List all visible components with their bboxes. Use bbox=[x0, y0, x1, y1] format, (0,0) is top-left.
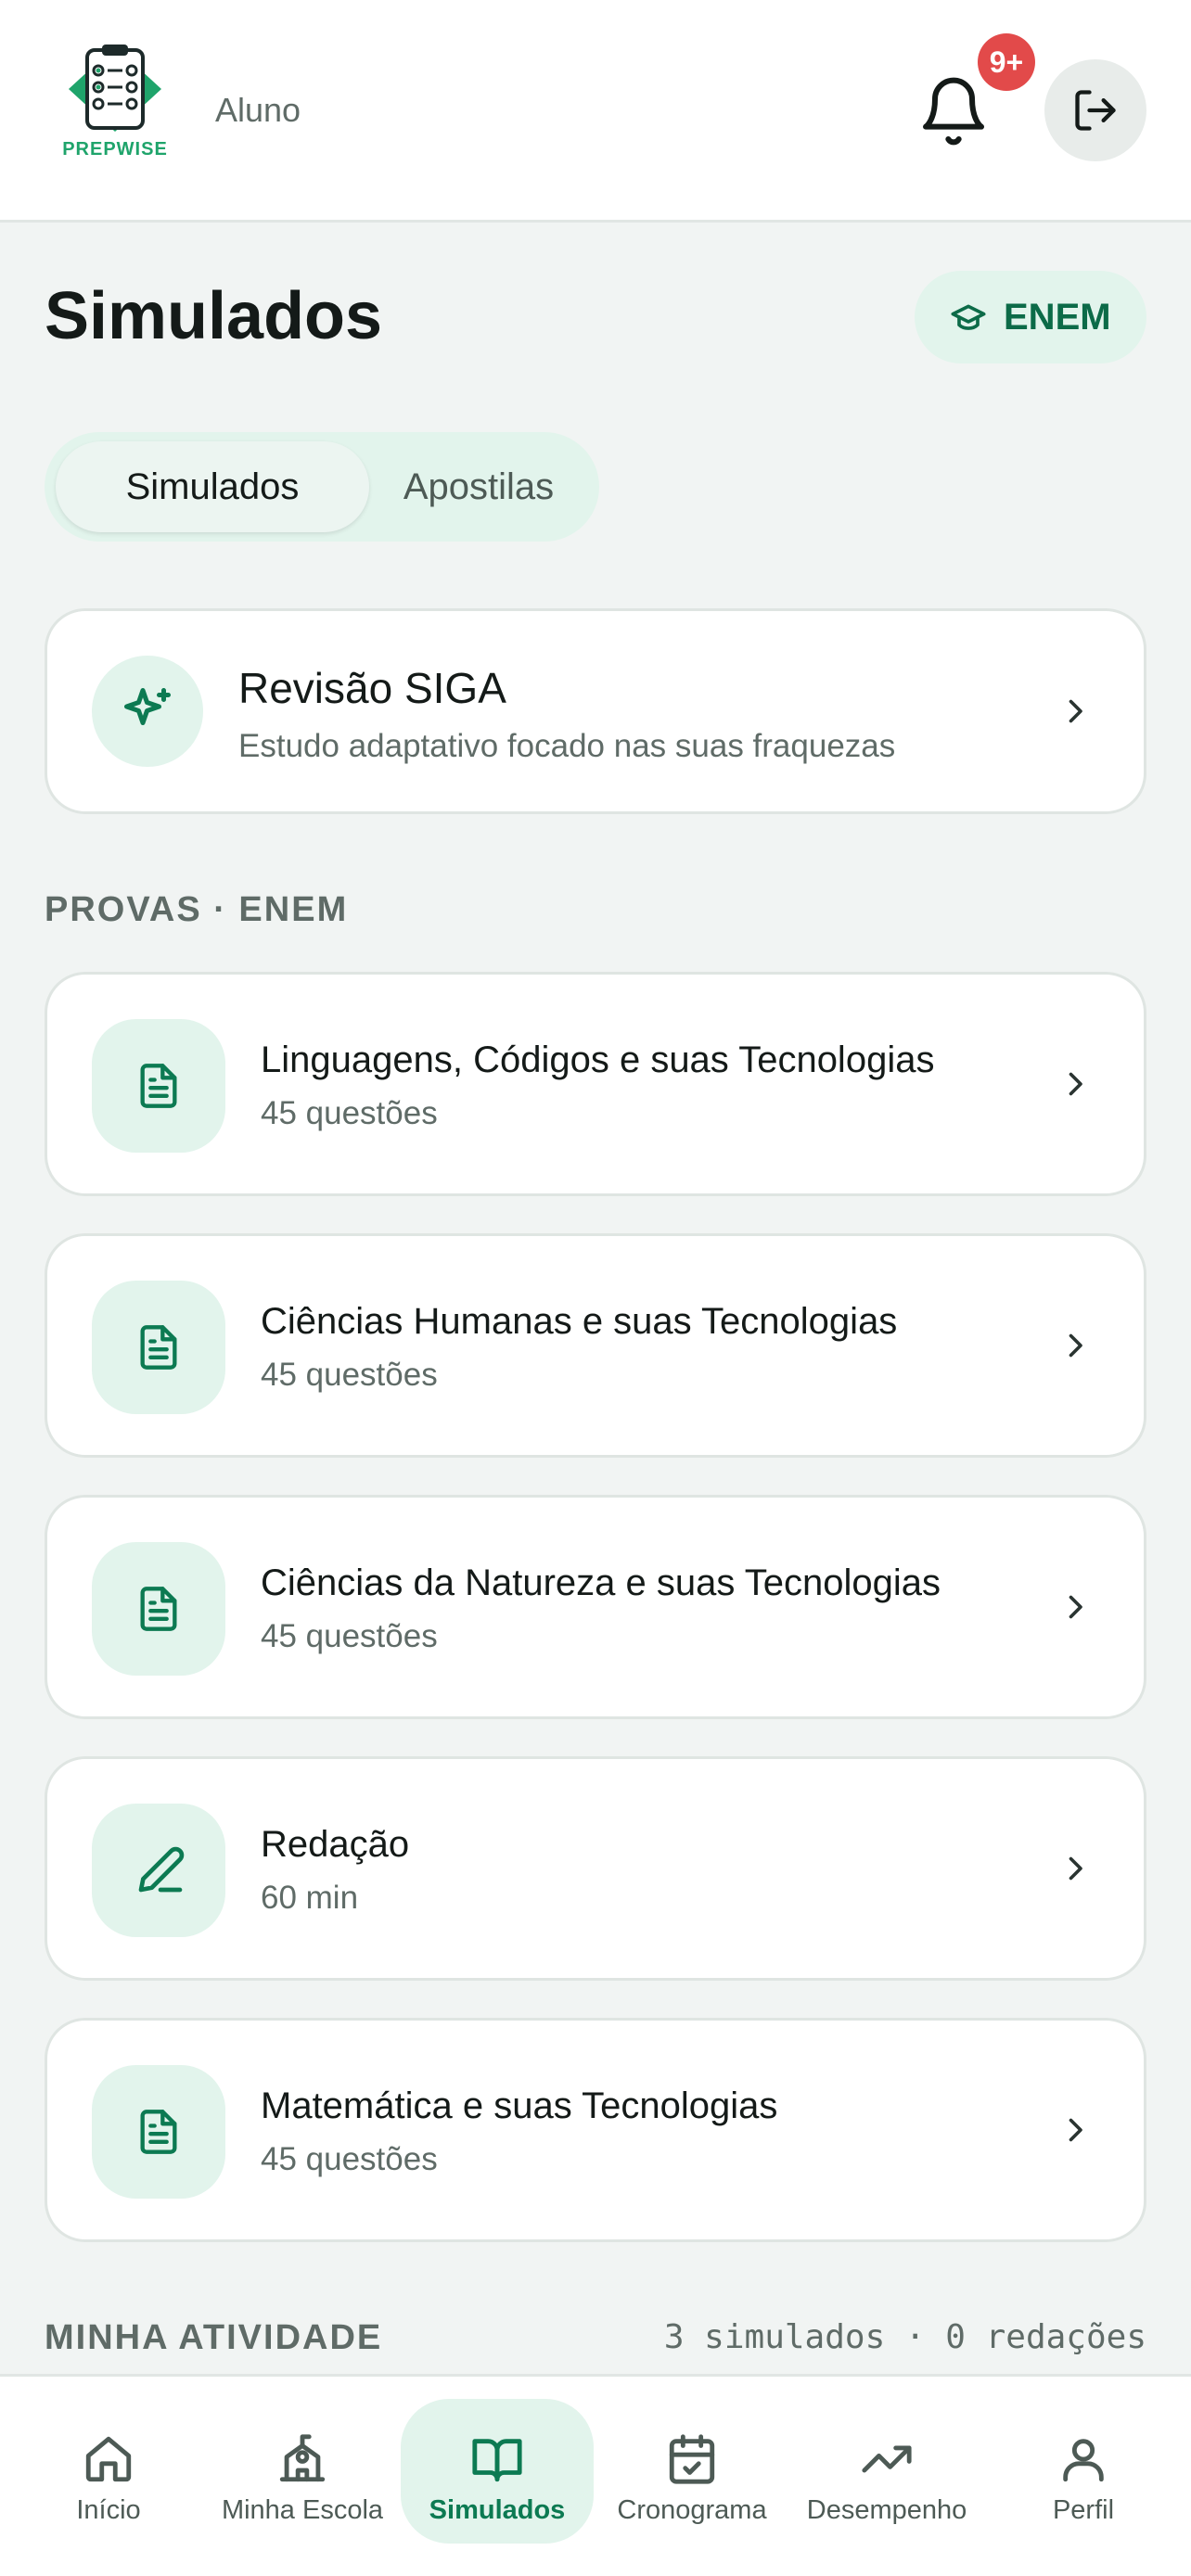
exam-subtitle: 60 min bbox=[261, 1880, 359, 1916]
exam-icon-tile bbox=[92, 1281, 225, 1414]
nav-label: Minha Escola bbox=[221, 2495, 384, 2525]
bell-icon bbox=[923, 77, 984, 146]
chevron-right-icon bbox=[1069, 1072, 1082, 1096]
document-icon bbox=[140, 1587, 177, 1631]
school-icon bbox=[279, 2434, 326, 2482]
chevron-right-icon bbox=[1069, 1333, 1082, 1358]
exam-card-humanas[interactable]: Ciências Humanas e suas Tecnologias 45 q… bbox=[45, 1233, 1146, 1458]
exam-icon-tile bbox=[92, 1804, 225, 1937]
chevron-right-icon bbox=[1069, 1595, 1082, 1619]
provas-section-label: PROVAS · ENEM bbox=[45, 890, 349, 929]
nav-item-cronograma[interactable]: Cronograma bbox=[605, 2399, 779, 2544]
top-bar: PREPWISE Aluno 9+ bbox=[0, 0, 1191, 223]
bottom-navigation: Início Minha Escola Simulados Cronograma… bbox=[0, 2374, 1191, 2576]
exam-title: Ciências Humanas e suas Tecnologias bbox=[261, 1301, 898, 1342]
pencil-icon bbox=[138, 1846, 185, 1893]
exam-subtitle: 45 questões bbox=[261, 1357, 438, 1393]
exam-card-redacao[interactable]: Redação 60 min bbox=[45, 1756, 1146, 1981]
nav-label: Simulados bbox=[429, 2495, 566, 2525]
document-icon bbox=[140, 1064, 177, 1108]
chevron-right-icon bbox=[1069, 1856, 1082, 1881]
exam-title: Ciências da Natureza e suas Tecnologias bbox=[261, 1562, 941, 1603]
user-icon bbox=[1063, 2439, 1104, 2482]
logo-text: PREPWISE bbox=[62, 139, 168, 159]
activity-section-label: MINHA ATIVIDADE bbox=[45, 2318, 383, 2357]
nav-label: Início bbox=[76, 2495, 141, 2525]
logout-button[interactable] bbox=[1044, 59, 1146, 161]
chevron-right-icon bbox=[1069, 699, 1082, 723]
graduation-cap-icon bbox=[951, 304, 986, 330]
page-title: Simulados bbox=[45, 279, 383, 353]
nav-item-simulados[interactable]: Simulados bbox=[401, 2399, 594, 2544]
chevron-right-icon bbox=[1069, 2118, 1082, 2142]
exam-card-linguagens[interactable]: Linguagens, Códigos e suas Tecnologias 4… bbox=[45, 972, 1146, 1196]
exam-title: Redação bbox=[261, 1824, 410, 1865]
nav-item-minha-escola[interactable]: Minha Escola bbox=[204, 2399, 401, 2544]
tab-apostilas[interactable]: Apostilas bbox=[369, 441, 588, 532]
nav-item-desempenho[interactable]: Desempenho bbox=[794, 2399, 980, 2544]
clipboard-logo-icon bbox=[69, 45, 161, 132]
tab-simulados[interactable]: Simulados bbox=[56, 441, 369, 532]
exam-card-matematica[interactable]: Matemática e suas Tecnologias 45 questõe… bbox=[45, 2018, 1146, 2242]
sparkles-icon bbox=[124, 688, 171, 725]
exam-subtitle: 45 questões bbox=[261, 1618, 438, 1654]
content-tabs: Simulados Apostilas bbox=[45, 432, 599, 542]
logout-icon bbox=[1075, 90, 1116, 131]
siga-icon-circle bbox=[92, 656, 203, 767]
exam-selector-button[interactable]: ENEM bbox=[915, 271, 1146, 363]
user-role: Aluno bbox=[215, 91, 301, 129]
nav-item-perfil[interactable]: Perfil bbox=[1000, 2399, 1167, 2544]
nav-label: Cronograma bbox=[617, 2495, 767, 2525]
notification-badge: 9+ bbox=[978, 33, 1035, 91]
prepwise-logo[interactable]: PREPWISE bbox=[56, 41, 174, 163]
calendar-icon bbox=[669, 2434, 715, 2484]
exam-icon-tile bbox=[92, 1542, 225, 1676]
book-icon bbox=[472, 2439, 522, 2482]
activity-stats: 3 simulados · 0 redações bbox=[663, 2318, 1146, 2356]
home-icon bbox=[85, 2436, 132, 2482]
nav-label: Desempenho bbox=[806, 2495, 967, 2525]
exam-icon-tile bbox=[92, 2065, 225, 2199]
exam-subtitle: 45 questões bbox=[261, 2141, 438, 2177]
siga-title: Revisão SIGA bbox=[238, 664, 506, 712]
exam-subtitle: 45 questões bbox=[261, 1095, 438, 1131]
document-icon bbox=[140, 2110, 177, 2154]
document-icon bbox=[140, 1325, 177, 1370]
nav-label: Perfil bbox=[1052, 2495, 1115, 2525]
exam-selector-label: ENEM bbox=[1004, 297, 1111, 338]
nav-item-inicio[interactable]: Início bbox=[13, 2399, 204, 2544]
notifications-button[interactable] bbox=[916, 74, 991, 148]
siga-review-card[interactable]: Revisão SIGA Estudo adaptativo focado na… bbox=[45, 608, 1146, 814]
trending-up-icon bbox=[862, 2445, 912, 2473]
exam-title: Linguagens, Códigos e suas Tecnologias bbox=[261, 1039, 935, 1080]
exam-title: Matemática e suas Tecnologias bbox=[261, 2085, 778, 2126]
siga-subtitle: Estudo adaptativo focado nas suas fraque… bbox=[238, 728, 896, 764]
exam-card-natureza[interactable]: Ciências da Natureza e suas Tecnologias … bbox=[45, 1495, 1146, 1719]
exam-icon-tile bbox=[92, 1019, 225, 1153]
